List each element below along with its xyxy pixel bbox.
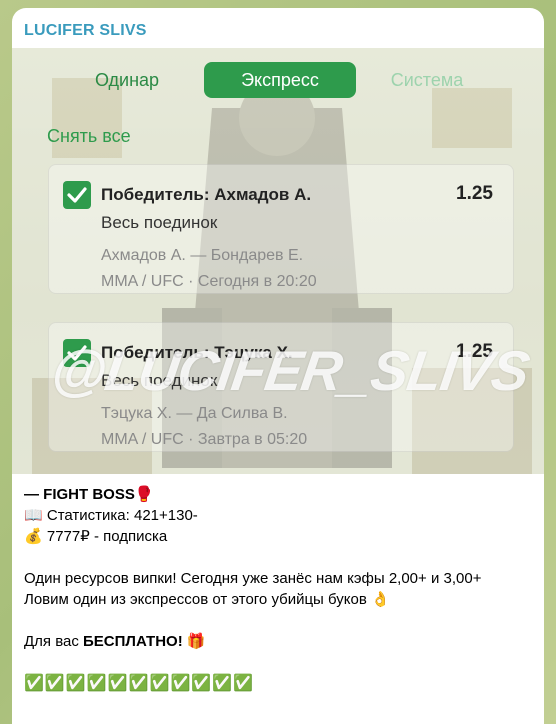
bet-slip-image[interactable]: Одинар Экспресс Система Снять все Победи… xyxy=(12,48,544,474)
book-icon: 📖 xyxy=(24,507,43,524)
message-card: LUCIFER SLIVS Одинар Экспресс Система Сн… xyxy=(12,8,544,724)
tab-single[interactable]: Одинар xyxy=(72,62,182,98)
bet-type-tabs: Одинар Экспресс Система xyxy=(12,62,544,102)
gift-icon: 🎁 xyxy=(186,633,206,650)
watermark: @LUCIFER_SLIVS xyxy=(47,339,533,402)
post-paragraph: Один ресурсов випки! Сегодня уже занёс н… xyxy=(24,570,482,587)
tab-system[interactable]: Система xyxy=(372,62,482,98)
post-price: 💰 7777₽ - подписка xyxy=(24,528,168,545)
bet-meta: MMA / UFC · Сегодня в 20:20 xyxy=(101,273,317,290)
post-stats: 📖 Статистика: 421+130- xyxy=(24,507,198,524)
bet-match: Ахмадов А. — Бондарев Е. xyxy=(101,247,304,264)
boxing-glove-icon: 🥊 xyxy=(134,486,154,503)
ok-hand-icon: 👌 xyxy=(370,591,390,608)
bet-period: Весь поединок xyxy=(101,213,218,232)
bet-meta: MMA / UFC · Завтра в 05:20 xyxy=(101,431,308,448)
tab-express[interactable]: Экспресс xyxy=(204,62,356,98)
post-free: Для вас БЕСПЛАТНО! 🎁 xyxy=(24,633,206,650)
clear-all-link[interactable]: Снять все xyxy=(47,126,131,147)
money-bag-icon: 💰 xyxy=(24,528,43,545)
bet-match: Тэцука Х. — Да Силва В. xyxy=(101,405,288,422)
post-caption: — FIGHT BOSS🥊 📖 Статистика: 421+130- 💰 7… xyxy=(24,484,534,694)
bet-selection: Победитель: Ахмадов А. xyxy=(101,185,312,204)
bet-card: Победитель: Ахмадов А. 1.25 Весь поедино… xyxy=(48,164,514,294)
check-marks-row: ✅✅✅✅✅✅✅✅✅✅✅ xyxy=(24,675,255,692)
post-title: — FIGHT BOSS🥊 xyxy=(24,486,154,503)
post-paragraph: Ловим один из экспрессов от этого убийцы… xyxy=(24,591,390,608)
check-icon xyxy=(67,187,87,203)
channel-name[interactable]: LUCIFER SLIVS xyxy=(24,22,147,40)
checkbox-checked[interactable] xyxy=(63,181,91,209)
bet-odds: 1.25 xyxy=(456,183,493,204)
